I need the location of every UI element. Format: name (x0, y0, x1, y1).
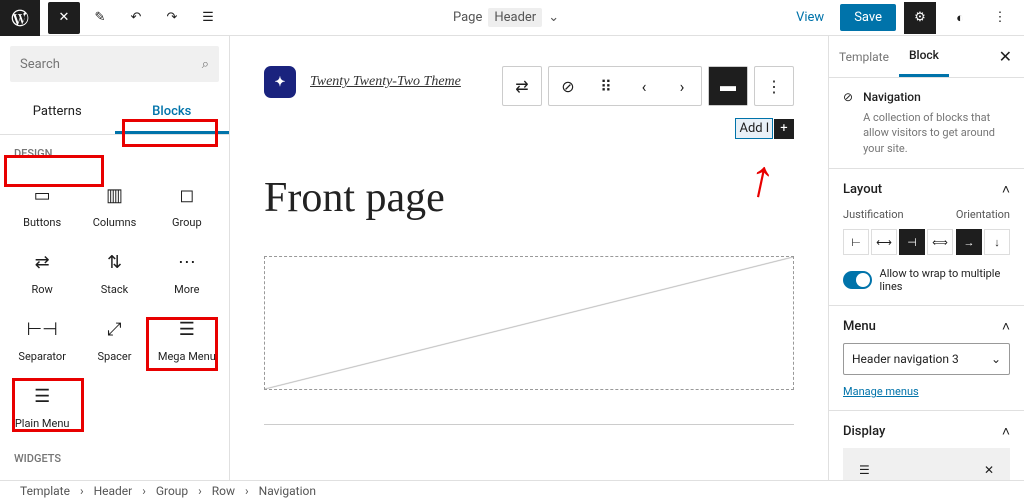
nav-desc: A collection of blocks that allow visito… (863, 110, 1010, 156)
plus-icon[interactable]: + (774, 119, 794, 139)
block-toolbar: ⇄ ⊘ ⠿ ‹ › ▬ ⋮ (502, 66, 794, 106)
block-separator[interactable]: ⊢⊣Separator (6, 306, 78, 373)
prev-icon[interactable]: ‹ (625, 67, 663, 105)
block-stack[interactable]: ⇅Stack (78, 239, 150, 306)
justify-left[interactable]: ⊢ (843, 229, 869, 255)
tab-block[interactable]: Block (899, 36, 949, 77)
search-icon: ⌕ (202, 57, 209, 72)
inserter-panel: Search⌕ Patterns Blocks DESIGN ▭Buttons … (0, 36, 230, 480)
justify-between[interactable]: ⟺ (927, 229, 953, 255)
block-group[interactable]: ◻Group (151, 172, 223, 239)
add-link-placeholder[interactable]: Add l+ (735, 118, 794, 139)
chevron-up-icon: ˄ (1002, 181, 1010, 198)
close-icon[interactable]: ✕ (48, 2, 80, 34)
orient-horizontal[interactable]: → (956, 229, 982, 255)
justify-center[interactable]: ⟷ (871, 229, 897, 255)
tab-template[interactable]: Template (829, 38, 899, 76)
close-panel-icon[interactable]: ✕ (987, 47, 1024, 66)
menu-section[interactable]: Menu˄ (843, 318, 1010, 335)
layout-section[interactable]: Layout˄ (843, 181, 1010, 198)
display-section[interactable]: Display˄ (843, 423, 1010, 440)
edit-icon[interactable]: ✎ (84, 2, 116, 34)
site-title[interactable]: Twenty Twenty-Two Theme (310, 74, 461, 90)
columns-icon: ▥ (106, 184, 123, 206)
tab-patterns[interactable]: Patterns (0, 92, 115, 134)
header-label[interactable]: Header (488, 8, 542, 27)
chevron-down-icon: ⌄ (991, 352, 1001, 366)
wordpress-logo[interactable] (0, 0, 40, 36)
list-view-icon[interactable]: ☰ (192, 2, 224, 34)
justify-right[interactable]: ⊣ (899, 229, 925, 255)
menu-select[interactable]: Header navigation 3⌄ (843, 343, 1010, 375)
justify-icon[interactable]: ▬ (709, 67, 747, 105)
chevron-up-icon: ˄ (1002, 423, 1010, 440)
buttons-icon: ▭ (34, 184, 51, 206)
chevron-up-icon: ˄ (1002, 318, 1010, 335)
block-more[interactable]: ⋯More (151, 239, 223, 306)
menu-icon: ☰ (859, 463, 870, 477)
plain-menu-icon: ☰ (34, 385, 50, 407)
section-design: DESIGN (0, 135, 229, 172)
save-button[interactable]: Save (840, 4, 896, 31)
stack-icon: ⇅ (107, 251, 122, 273)
editor-canvas[interactable]: ⇄ ⊘ ⠿ ‹ › ▬ ⋮ Add l+ ↑ ✦ Twenty Twenty-T… (230, 36, 828, 480)
options-icon[interactable]: ⋮ (755, 67, 793, 105)
separator (264, 424, 794, 425)
next-icon[interactable]: › (663, 67, 701, 105)
block-buttons[interactable]: ▭Buttons (6, 172, 78, 239)
image-placeholder[interactable] (264, 256, 794, 390)
view-button[interactable]: View (788, 6, 832, 29)
manage-menus-link[interactable]: Manage menus (843, 385, 919, 398)
undo-icon[interactable]: ↶ (120, 2, 152, 34)
mega-menu-icon: ☰ (179, 318, 195, 340)
site-logo[interactable]: ✦ (264, 66, 296, 98)
display-preview: ☰✕ (843, 448, 1010, 480)
block-mega-menu[interactable]: ☰Mega Menu (151, 306, 223, 373)
page-label: Page (453, 10, 482, 25)
wrap-toggle[interactable] (843, 271, 872, 289)
nav-title: Navigation (863, 90, 1010, 104)
orient-vertical[interactable]: ↓ (984, 229, 1010, 255)
nav-icon[interactable]: ⊘ (549, 67, 587, 105)
styles-icon[interactable]: ◐ (944, 2, 976, 34)
settings-icon[interactable]: ⚙ (904, 2, 936, 34)
drag-icon[interactable]: ⠿ (587, 67, 625, 105)
block-spacer[interactable]: ⤢Spacer (78, 306, 150, 373)
more-icon: ⋯ (178, 251, 196, 273)
close-icon: ✕ (984, 463, 994, 477)
separator-icon: ⊢⊣ (26, 318, 57, 340)
more-icon[interactable]: ⋮ (984, 2, 1016, 34)
page-heading[interactable]: Front page (264, 174, 794, 222)
block-row[interactable]: ⇄Row (6, 239, 78, 306)
block-plain-menu[interactable]: ☰Plain Menu (6, 373, 78, 440)
spacer-icon: ⤢ (107, 318, 121, 340)
row-icon: ⇄ (35, 251, 50, 273)
breadcrumb[interactable]: Template›Header›Group›Row›Navigation (0, 480, 1024, 500)
nav-block-icon: ⊘ (843, 90, 853, 104)
shuffle-icon[interactable]: ⇄ (503, 67, 541, 105)
block-columns[interactable]: ▥Columns (78, 172, 150, 239)
settings-panel: Template Block ✕ ⊘ Navigation A collecti… (828, 36, 1024, 480)
section-widgets: WIDGETS (0, 440, 229, 477)
group-icon: ◻ (179, 184, 194, 206)
search-input[interactable]: Search⌕ (10, 46, 219, 82)
chevron-down-icon[interactable]: ⌄ (548, 10, 559, 25)
redo-icon[interactable]: ↷ (156, 2, 188, 34)
tab-blocks[interactable]: Blocks (115, 92, 230, 134)
